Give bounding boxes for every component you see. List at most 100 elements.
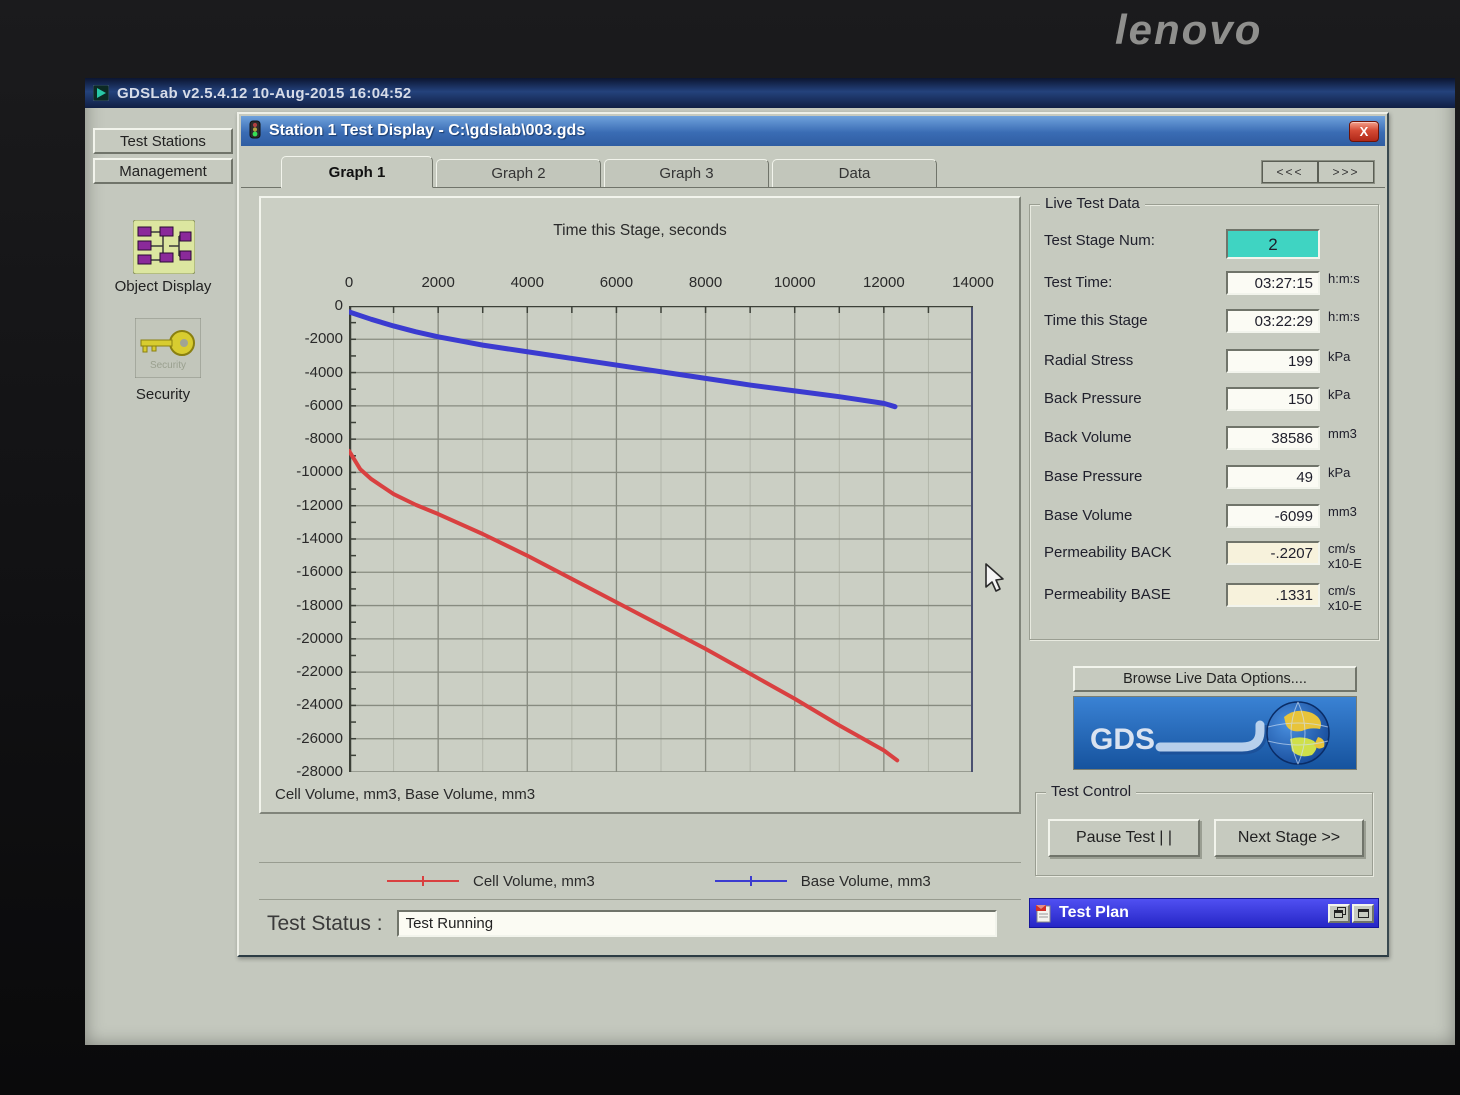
- live-data-label: Permeability BACK: [1044, 544, 1172, 561]
- prev-page-button[interactable]: <<<: [1262, 161, 1318, 183]
- live-data-label: Test Stage Num:: [1044, 232, 1155, 249]
- y-tick-label: -24000: [269, 696, 343, 713]
- live-data-row: Time this Stage03:22:29h:m:s: [1030, 309, 1378, 335]
- legend-line-blue: [715, 875, 787, 887]
- test-control-group: Test Control Pause Test | | Next Stage >…: [1035, 792, 1373, 876]
- browse-live-data-options-button[interactable]: Browse Live Data Options....: [1073, 666, 1357, 692]
- security-icon[interactable]: Security: [135, 318, 201, 383]
- sidebar-button-test-stations[interactable]: Test Stations: [93, 128, 233, 154]
- legend-label: Cell Volume, mm3: [473, 873, 595, 890]
- live-data-label: Test Time:: [1044, 274, 1112, 291]
- maximize-window-button[interactable]: [1352, 904, 1374, 923]
- sidebar-item-object-display[interactable]: Object Display: [85, 278, 241, 295]
- live-data-label: Base Pressure: [1044, 468, 1142, 485]
- test-control-title: Test Control: [1046, 783, 1136, 800]
- live-data-value-field: 2: [1226, 229, 1320, 259]
- y-tick-label: -2000: [269, 330, 343, 347]
- live-data-value-field: 38586: [1226, 426, 1320, 450]
- test-plan-title: Test Plan: [1059, 904, 1326, 922]
- live-data-value-field: -6099: [1226, 504, 1320, 528]
- live-data-row: Base Pressure 49 kPa: [1030, 465, 1378, 491]
- live-data-value-field: 150: [1226, 387, 1320, 411]
- live-data-row: Base Volume -6099 mm3: [1030, 504, 1378, 530]
- close-button[interactable]: X: [1349, 121, 1379, 142]
- live-data-unit: mm3: [1328, 505, 1380, 520]
- live-data-unit: cm/s x10-E: [1328, 584, 1380, 614]
- y-tick-label: -26000: [269, 730, 343, 747]
- live-data-row: Back Pressure 150 kPa: [1030, 387, 1378, 413]
- traffic-light-icon: [247, 120, 262, 142]
- x-tick-label: 14000: [938, 274, 1008, 291]
- live-data-value-field: 199: [1226, 349, 1320, 373]
- y-tick-label: -22000: [269, 663, 343, 680]
- next-stage-button[interactable]: Next Stage >>: [1214, 819, 1364, 857]
- restore-window-button[interactable]: [1328, 904, 1350, 923]
- y-tick-label: -8000: [269, 430, 343, 447]
- app-icon: [93, 85, 109, 101]
- gds-logo-banner[interactable]: GDS: [1073, 696, 1357, 770]
- tab-nav: <<< >>>: [1261, 160, 1375, 184]
- test-status-field: Test Running: [397, 910, 997, 937]
- live-data-label: Permeability BASE: [1044, 586, 1171, 603]
- y-tick-label: 0: [269, 297, 343, 314]
- live-data-row: Test Time: 03:27:15 h:m:s: [1030, 271, 1378, 297]
- live-data-unit: h:m:s: [1328, 310, 1380, 325]
- tab-graph-1[interactable]: Graph 1: [281, 156, 433, 188]
- monitor: lenovo GDSLab v2.5.4.12 10-Aug-2015 16:0…: [0, 0, 1460, 1095]
- chart-legend: Cell Volume, mm3 Base Volume, mm3: [259, 862, 1021, 900]
- pause-test-button[interactable]: Pause Test | |: [1048, 819, 1200, 857]
- test-plan-titlebar[interactable]: Test Plan: [1029, 898, 1379, 928]
- live-data-unit: h:m:s: [1328, 272, 1380, 287]
- sidebar-item-security[interactable]: Security: [85, 386, 241, 403]
- screen: GDSLab v2.5.4.12 10-Aug-2015 16:04:52 Te…: [85, 78, 1455, 1045]
- next-page-button[interactable]: >>>: [1318, 161, 1374, 183]
- monitor-brand-logo: lenovo: [1115, 6, 1365, 54]
- x-tick-label: 6000: [581, 274, 651, 291]
- x-tick-label: 8000: [671, 274, 741, 291]
- x-tick-label: 4000: [492, 274, 562, 291]
- gds-logo-text: GDS: [1090, 723, 1155, 756]
- legend-entry-cell-volume: Cell Volume, mm3: [387, 873, 595, 890]
- live-data-row: Back Volume38586mm3: [1030, 426, 1378, 452]
- live-data-label: Base Volume: [1044, 507, 1132, 524]
- tab-graph-3[interactable]: Graph 3: [604, 159, 769, 187]
- tab-strip: Graph 1 Graph 2 Graph 3 Data: [241, 154, 1385, 188]
- object-display-icon[interactable]: [133, 220, 195, 279]
- tab-data[interactable]: Data: [772, 159, 937, 187]
- live-data-unit: cm/s x10-E: [1328, 542, 1380, 572]
- right-panel: Live Test Data Test Stage Num:2Test Time…: [1029, 198, 1379, 938]
- x-tick-label: 10000: [760, 274, 830, 291]
- test-status-row: Test Status : Test Running: [259, 910, 997, 937]
- legend-entry-base-volume: Base Volume, mm3: [715, 873, 931, 890]
- series-base-volume: [349, 312, 895, 407]
- sidebar-button-management[interactable]: Management: [93, 158, 233, 184]
- live-data-value-field: 03:27:15: [1226, 271, 1320, 295]
- tab-graph-2[interactable]: Graph 2: [436, 159, 601, 187]
- x-tick-label: 12000: [849, 274, 919, 291]
- live-data-value-field: 49: [1226, 465, 1320, 489]
- live-data-unit: kPa: [1328, 466, 1380, 481]
- graph-panel: Time this Stage, seconds 020004000600080…: [259, 196, 1021, 814]
- live-data-label: Back Pressure: [1044, 390, 1142, 407]
- live-data-row: Permeability BASE.1331cm/s x10-E: [1030, 583, 1378, 609]
- live-data-label: Radial Stress: [1044, 352, 1133, 369]
- live-data-row: Radial Stress 199 kPa: [1030, 349, 1378, 375]
- test-status-label: Test Status :: [267, 912, 383, 936]
- live-data-value-field: -.2207: [1226, 541, 1320, 565]
- live-data-row: Test Stage Num:2: [1030, 229, 1378, 255]
- live-data-value-field: 03:22:29: [1226, 309, 1320, 333]
- live-data-unit: kPa: [1328, 350, 1380, 365]
- x-axis-title: Time this Stage, seconds: [261, 222, 1019, 240]
- app-titlebar: GDSLab v2.5.4.12 10-Aug-2015 16:04:52: [85, 78, 1455, 108]
- y-tick-label: -10000: [269, 463, 343, 480]
- app-title: GDSLab v2.5.4.12 10-Aug-2015 16:04:52: [117, 85, 412, 102]
- live-data-value-field: .1331: [1226, 583, 1320, 607]
- y-tick-label: -16000: [269, 563, 343, 580]
- chart-plot-area: [349, 306, 973, 772]
- test-display-window: Station 1 Test Display - C:\gdslab\003.g…: [237, 112, 1389, 957]
- live-data-unit: kPa: [1328, 388, 1380, 403]
- y-tick-label: -4000: [269, 364, 343, 381]
- window-titlebar: Station 1 Test Display - C:\gdslab\003.g…: [241, 116, 1385, 146]
- legend-label: Base Volume, mm3: [801, 873, 931, 890]
- y-axis-label: Cell Volume, mm3, Base Volume, mm3: [275, 786, 535, 803]
